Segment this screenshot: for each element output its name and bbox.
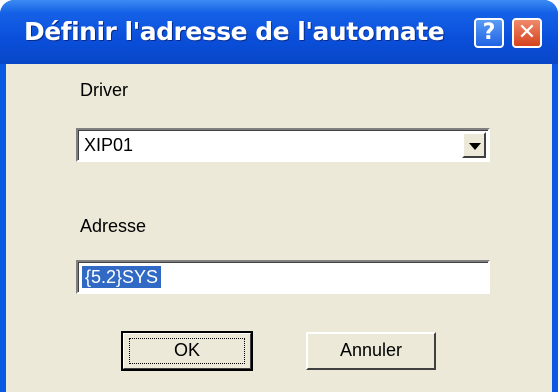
adresse-label: Adresse xyxy=(80,216,147,236)
adresse-input[interactable]: {5.2}SYS xyxy=(76,260,490,294)
dialog-window: Définir l'adresse de l'automate ? ✕ Driv… xyxy=(0,0,558,392)
close-button[interactable]: ✕ xyxy=(512,18,542,48)
driver-label: Driver xyxy=(80,80,128,100)
window-title: Définir l'adresse de l'automate xyxy=(24,17,445,46)
driver-select[interactable]: XIP01 xyxy=(76,128,490,162)
dialog-body: Driver XIP01 Adresse {5.2}SYS OK Annuler xyxy=(6,64,552,392)
adresse-input-value: {5.2}SYS xyxy=(82,266,162,288)
focus-rectangle xyxy=(129,338,245,364)
driver-selected-value: XIP01 xyxy=(84,135,134,155)
help-button[interactable]: ? xyxy=(474,18,504,48)
title-bar[interactable]: Définir l'adresse de l'automate ? ✕ xyxy=(0,0,558,64)
ok-button[interactable]: OK xyxy=(121,331,253,371)
dropdown-arrow-icon[interactable] xyxy=(462,132,486,158)
cancel-button[interactable]: Annuler xyxy=(306,332,436,370)
cancel-button-label: Annuler xyxy=(339,340,403,360)
close-icon: ✕ xyxy=(517,20,537,45)
